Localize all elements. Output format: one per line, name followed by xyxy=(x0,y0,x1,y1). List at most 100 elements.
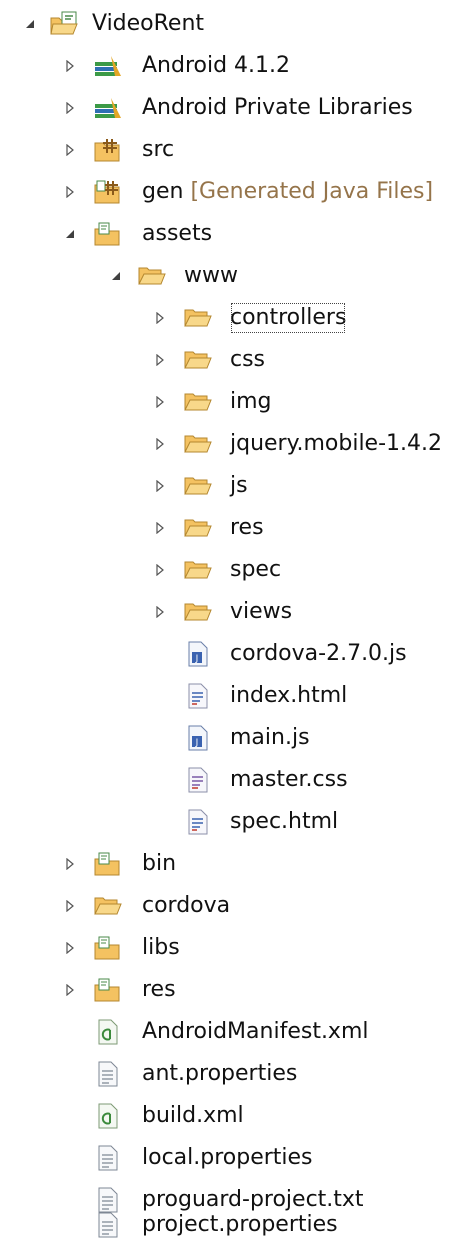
folder-icon xyxy=(182,428,214,460)
tree-item-videorent[interactable]: VideoRent xyxy=(0,4,470,44)
tree-item-label: gen [Generated Java Files] xyxy=(142,172,433,212)
resource-folder-icon xyxy=(92,932,124,964)
collapsed-icon[interactable] xyxy=(60,844,80,884)
folder-icon xyxy=(136,260,168,292)
tree-item-res[interactable]: res xyxy=(0,970,470,1010)
folder-icon xyxy=(182,302,214,334)
folder-icon xyxy=(182,386,214,418)
tree-item-libs[interactable]: libs xyxy=(0,928,470,968)
source-package-folder-icon xyxy=(92,134,124,166)
tree-item-src[interactable]: src xyxy=(0,130,470,170)
project-explorer-tree: VideoRent Android 4.1.2 Android Private … xyxy=(0,0,470,1245)
collapsed-icon[interactable] xyxy=(150,466,170,506)
tree-item-css[interactable]: css xyxy=(0,340,470,380)
resource-folder-icon xyxy=(92,974,124,1006)
tree-item-views[interactable]: views xyxy=(0,592,470,632)
collapsed-icon[interactable] xyxy=(150,592,170,632)
tree-item-index-html[interactable]: index.html xyxy=(0,676,470,716)
tree-item-label: spec xyxy=(230,557,282,582)
tree-item-ant-properties[interactable]: ant.properties xyxy=(0,1054,470,1094)
folder-icon xyxy=(182,596,214,628)
tree-item-master-css[interactable]: master.css xyxy=(0,760,470,800)
tree-item-www-res[interactable]: res xyxy=(0,508,470,548)
resource-folder-icon xyxy=(92,848,124,880)
tree-item-js[interactable]: js xyxy=(0,466,470,506)
text-file-icon xyxy=(92,1209,124,1241)
collapsed-icon[interactable] xyxy=(60,928,80,968)
collapsed-icon[interactable] xyxy=(150,298,170,338)
collapsed-icon[interactable] xyxy=(60,970,80,1010)
collapsed-icon[interactable] xyxy=(150,340,170,380)
tree-item-label: libs xyxy=(142,935,180,960)
tree-item-spec[interactable]: spec xyxy=(0,550,470,590)
tree-item-cordova-js[interactable]: J cordova-2.7.0.js xyxy=(0,634,470,674)
folder-icon xyxy=(182,554,214,586)
tree-item-spec-html[interactable]: spec.html xyxy=(0,802,470,842)
collapsed-icon[interactable] xyxy=(60,88,80,128)
javascript-file-icon: J xyxy=(182,638,214,670)
expanded-icon[interactable] xyxy=(106,256,126,296)
library-container-icon xyxy=(92,92,124,124)
tree-item-label: build.xml xyxy=(142,1103,244,1128)
library-container-icon xyxy=(92,50,124,82)
tree-item-label: spec.html xyxy=(230,809,339,834)
collapsed-icon[interactable] xyxy=(150,508,170,548)
tree-item-img[interactable]: img xyxy=(0,382,470,422)
collapsed-icon[interactable] xyxy=(150,424,170,464)
xml-file-icon xyxy=(92,1016,124,1048)
collapsed-icon[interactable] xyxy=(60,46,80,86)
tree-item-label: src xyxy=(142,137,175,162)
tree-item-label: cordova xyxy=(142,893,231,918)
tree-item-label: assets xyxy=(142,221,213,246)
text-file-icon xyxy=(92,1142,124,1174)
javascript-file-icon: J xyxy=(182,722,214,754)
collapsed-icon[interactable] xyxy=(60,886,80,926)
tree-item-label: res xyxy=(230,515,264,540)
tree-item-label: local.properties xyxy=(142,1145,313,1170)
tree-item-jquery-mobile[interactable]: jquery.mobile-1.4.2 xyxy=(0,424,470,464)
tree-item-label: img xyxy=(230,389,272,414)
tree-item-local-properties[interactable]: local.properties xyxy=(0,1138,470,1178)
tree-item-label: index.html xyxy=(230,683,348,708)
tree-item-android-manifest[interactable]: AndroidManifest.xml xyxy=(0,1012,470,1052)
tree-item-private-libraries[interactable]: Android Private Libraries xyxy=(0,88,470,128)
tree-item-main-js[interactable]: J main.js xyxy=(0,718,470,758)
tree-item-label: main.js xyxy=(230,725,310,750)
android-project-icon xyxy=(48,8,80,40)
svg-text:J: J xyxy=(195,738,199,748)
tree-item-label: ant.properties xyxy=(142,1061,298,1086)
tree-item-label: res xyxy=(142,977,176,1002)
html-file-icon xyxy=(182,806,214,838)
collapsed-icon[interactable] xyxy=(60,172,80,212)
tree-item-project-properties[interactable]: project.properties xyxy=(0,1205,470,1245)
folder-icon xyxy=(182,470,214,502)
expanded-icon[interactable] xyxy=(60,214,80,254)
tree-item-label: master.css xyxy=(230,767,348,792)
tree-item-cordova[interactable]: cordova xyxy=(0,886,470,926)
tree-item-android-library[interactable]: Android 4.1.2 xyxy=(0,46,470,86)
tree-item-bin[interactable]: bin xyxy=(0,844,470,884)
collapsed-icon[interactable] xyxy=(150,382,170,422)
folder-icon xyxy=(182,512,214,544)
tree-item-label: Android 4.1.2 xyxy=(142,53,291,78)
html-file-icon xyxy=(182,680,214,712)
tree-item-label: views xyxy=(230,599,293,624)
tree-item-label: controllers xyxy=(226,298,350,338)
tree-item-label: Android Private Libraries xyxy=(142,95,413,120)
tree-item-gen[interactable]: gen [Generated Java Files] xyxy=(0,172,470,212)
expanded-icon[interactable] xyxy=(20,4,40,44)
svg-text:J: J xyxy=(195,654,199,664)
folder-name: gen xyxy=(142,179,184,204)
source-package-folder-icon xyxy=(92,176,124,208)
tree-item-controllers[interactable]: controllers xyxy=(0,298,470,338)
collapsed-icon[interactable] xyxy=(150,550,170,590)
tree-item-build-xml[interactable]: build.xml xyxy=(0,1096,470,1136)
tree-item-label: bin xyxy=(142,851,177,876)
tree-item-assets[interactable]: assets xyxy=(0,214,470,254)
tree-item-www[interactable]: www xyxy=(0,256,470,296)
folder-icon xyxy=(92,890,124,922)
collapsed-icon[interactable] xyxy=(60,130,80,170)
tree-item-label: jquery.mobile-1.4.2 xyxy=(230,431,443,456)
generated-decoration: [Generated Java Files] xyxy=(190,179,434,204)
tree-item-label: AndroidManifest.xml xyxy=(142,1019,369,1044)
